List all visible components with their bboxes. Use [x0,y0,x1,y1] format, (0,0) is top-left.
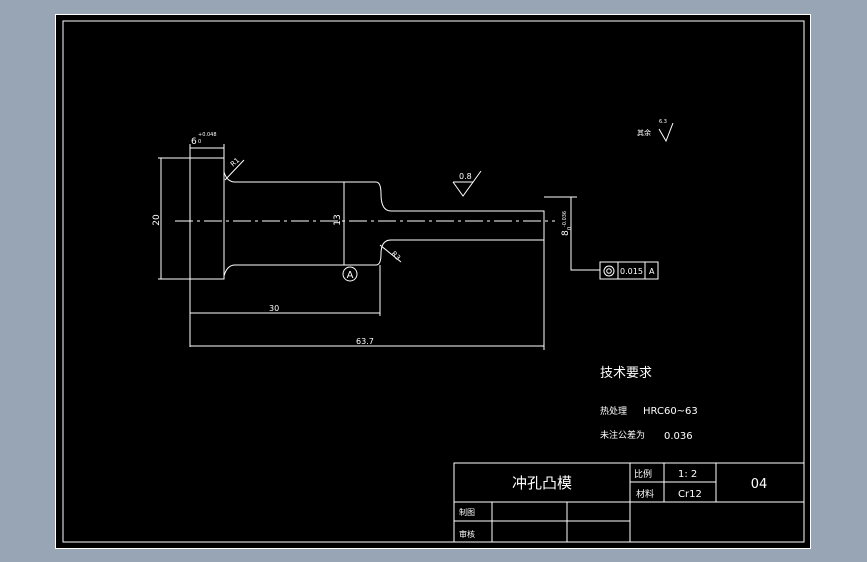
scale-value: 1: 2 [678,469,697,480]
roughness-other-value: 6.3 [659,119,667,125]
dim-length-30: 30 [269,304,279,313]
drawing-number: 04 [751,477,768,492]
notes-heat-value: HRC60~63 [643,406,698,417]
datum-label: A [347,270,354,281]
tolerance-frame: 0.015 A [570,240,659,280]
notes-tol-label: 未注公差为 [600,429,645,441]
dim-dia-body: 13 [333,214,343,225]
technical-notes: 技术要求 热处理 HRC60~63 未注公差为 0.036 [600,366,698,442]
roughness-tip: 0.8 [452,170,482,197]
checked-by-label: 审核 [459,529,475,539]
dimensions: 20 13 8 -0.036 0 6 +0.048 0 R1 R3 30 63.… [152,132,577,350]
dim-dia-tip-tol-upper: 0 [567,227,573,230]
part-name: 冲孔凸模 [512,474,572,492]
cad-viewport[interactable]: 20 13 8 -0.036 0 6 +0.048 0 R1 R3 30 63.… [55,14,811,549]
tolerance-value: 0.015 [620,267,643,276]
roughness-other-label: 其余 [637,128,651,137]
roughness-tip-value: 0.8 [459,172,472,181]
notes-title: 技术要求 [600,366,652,381]
part-outline [175,157,555,280]
material-label: 材料 [636,488,654,500]
dim-head-tol-lower: 0 [198,139,201,145]
notes-tol-value: 0.036 [664,431,693,442]
inner-frame [62,20,805,543]
drawn-by-label: 制图 [459,507,475,517]
notes-heat-label: 热处理 [600,405,627,417]
roughness-other: 其余 6.3 [637,119,674,143]
material-value: Cr12 [678,489,702,500]
dim-head-width: 6 [191,137,197,147]
dim-head-tol-upper: +0.048 [198,132,217,138]
dim-radius-2: R3 [390,250,402,262]
engineering-drawing: 20 13 8 -0.036 0 6 +0.048 0 R1 R3 30 63.… [55,14,811,549]
datum-symbol: A [342,266,358,282]
dim-dia-head: 20 [152,214,162,226]
dim-radius-1: R1 [229,156,241,168]
dim-dia-tip-tol-lower: -0.036 [562,211,568,227]
dim-length-total: 63.7 [356,337,374,346]
title-block: 冲孔凸模 比例 1: 2 材料 Cr12 04 制图 审核 [453,462,805,543]
tolerance-datum: A [649,267,655,276]
scale-label: 比例 [634,468,652,480]
